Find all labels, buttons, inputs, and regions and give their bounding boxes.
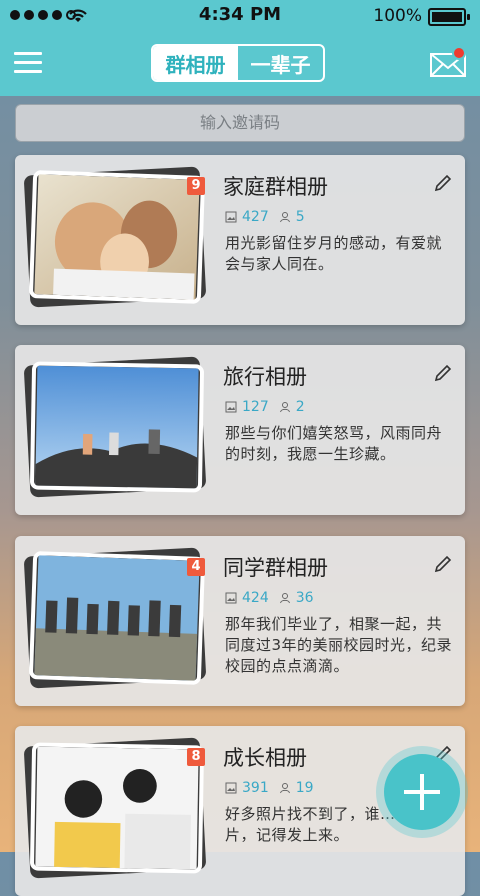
photo-count: 127 xyxy=(242,399,269,415)
status-bar: 4:34 PM 100% xyxy=(0,0,480,32)
menu-icon[interactable] xyxy=(14,52,42,76)
album-stats: 391 19 xyxy=(225,780,314,796)
pencil-icon[interactable] xyxy=(433,363,453,383)
album-cover: 9 xyxy=(23,166,209,309)
person-icon xyxy=(279,783,290,794)
album-card[interactable]: 9 家庭群相册 427 5 用光影留住岁月的感动，有爱就会与家人同在。 xyxy=(15,155,465,325)
album-description: 那年我们毕业了，相聚一起，共同度过3年的美丽校园时光，纪录校园的点点滴滴。 xyxy=(225,615,453,675)
person-icon xyxy=(279,593,290,604)
album-stats: 427 5 xyxy=(225,209,305,225)
person-icon xyxy=(279,212,290,223)
photo-icon xyxy=(225,782,237,794)
album-description: 用光影留住岁月的感动，有爱就会与家人同在。 xyxy=(225,234,443,273)
invite-code-input[interactable]: 输入邀请码 xyxy=(15,104,465,142)
person-icon xyxy=(279,402,290,413)
growth-photo-image xyxy=(35,746,199,870)
album-title: 同学群相册 xyxy=(223,556,328,580)
photo-icon xyxy=(225,211,237,223)
pencil-icon[interactable] xyxy=(433,554,453,574)
album-cover xyxy=(23,356,209,499)
new-photo-count-badge: 4 xyxy=(187,558,205,576)
album-card[interactable]: 4 同学群相册 424 36 那年我们毕业了，相聚一起，共同度过3年的美丽校园时… xyxy=(15,536,465,706)
member-count: 36 xyxy=(295,590,314,606)
photo-icon xyxy=(225,401,237,413)
top-bar: 4:34 PM 100% 群相册 一辈子 xyxy=(0,0,480,96)
member-count: 5 xyxy=(295,209,305,225)
album-cover: 8 xyxy=(23,737,209,880)
album-title: 家庭群相册 xyxy=(223,175,328,199)
new-photo-count-badge: 9 xyxy=(187,177,205,195)
battery-icon xyxy=(428,8,470,26)
album-card[interactable]: 旅行相册 127 2 那些与你们嬉笑怒骂，风雨同舟的时刻，我愿一生珍藏。 xyxy=(15,345,465,515)
tab-lifetime[interactable]: 一辈子 xyxy=(238,46,323,80)
pencil-icon[interactable] xyxy=(433,173,453,193)
album-type-toggle: 群相册 一辈子 xyxy=(151,44,325,82)
add-album-button[interactable] xyxy=(384,754,460,830)
notification-dot xyxy=(452,46,466,60)
album-description: 那些与你们嬉笑怒骂，风雨同舟的时刻，我愿一生珍藏。 xyxy=(225,424,443,463)
classmates-photo-image xyxy=(34,555,200,681)
travel-photo-image xyxy=(35,365,199,489)
album-title: 成长相册 xyxy=(223,746,307,770)
album-title: 旅行相册 xyxy=(223,365,307,389)
album-stats: 424 36 xyxy=(225,590,314,606)
member-count: 2 xyxy=(295,399,305,415)
tab-group-album[interactable]: 群相册 xyxy=(153,46,238,80)
photo-icon xyxy=(225,592,237,604)
photo-count: 427 xyxy=(242,209,269,225)
album-stats: 127 2 xyxy=(225,399,305,415)
photo-count: 424 xyxy=(242,590,269,606)
battery-percent: 100% xyxy=(373,6,422,26)
photo-count: 391 xyxy=(242,780,269,796)
family-photo-image xyxy=(34,174,200,300)
new-photo-count-badge: 8 xyxy=(187,748,205,766)
member-count: 19 xyxy=(295,780,314,796)
album-cover: 4 xyxy=(23,547,209,690)
